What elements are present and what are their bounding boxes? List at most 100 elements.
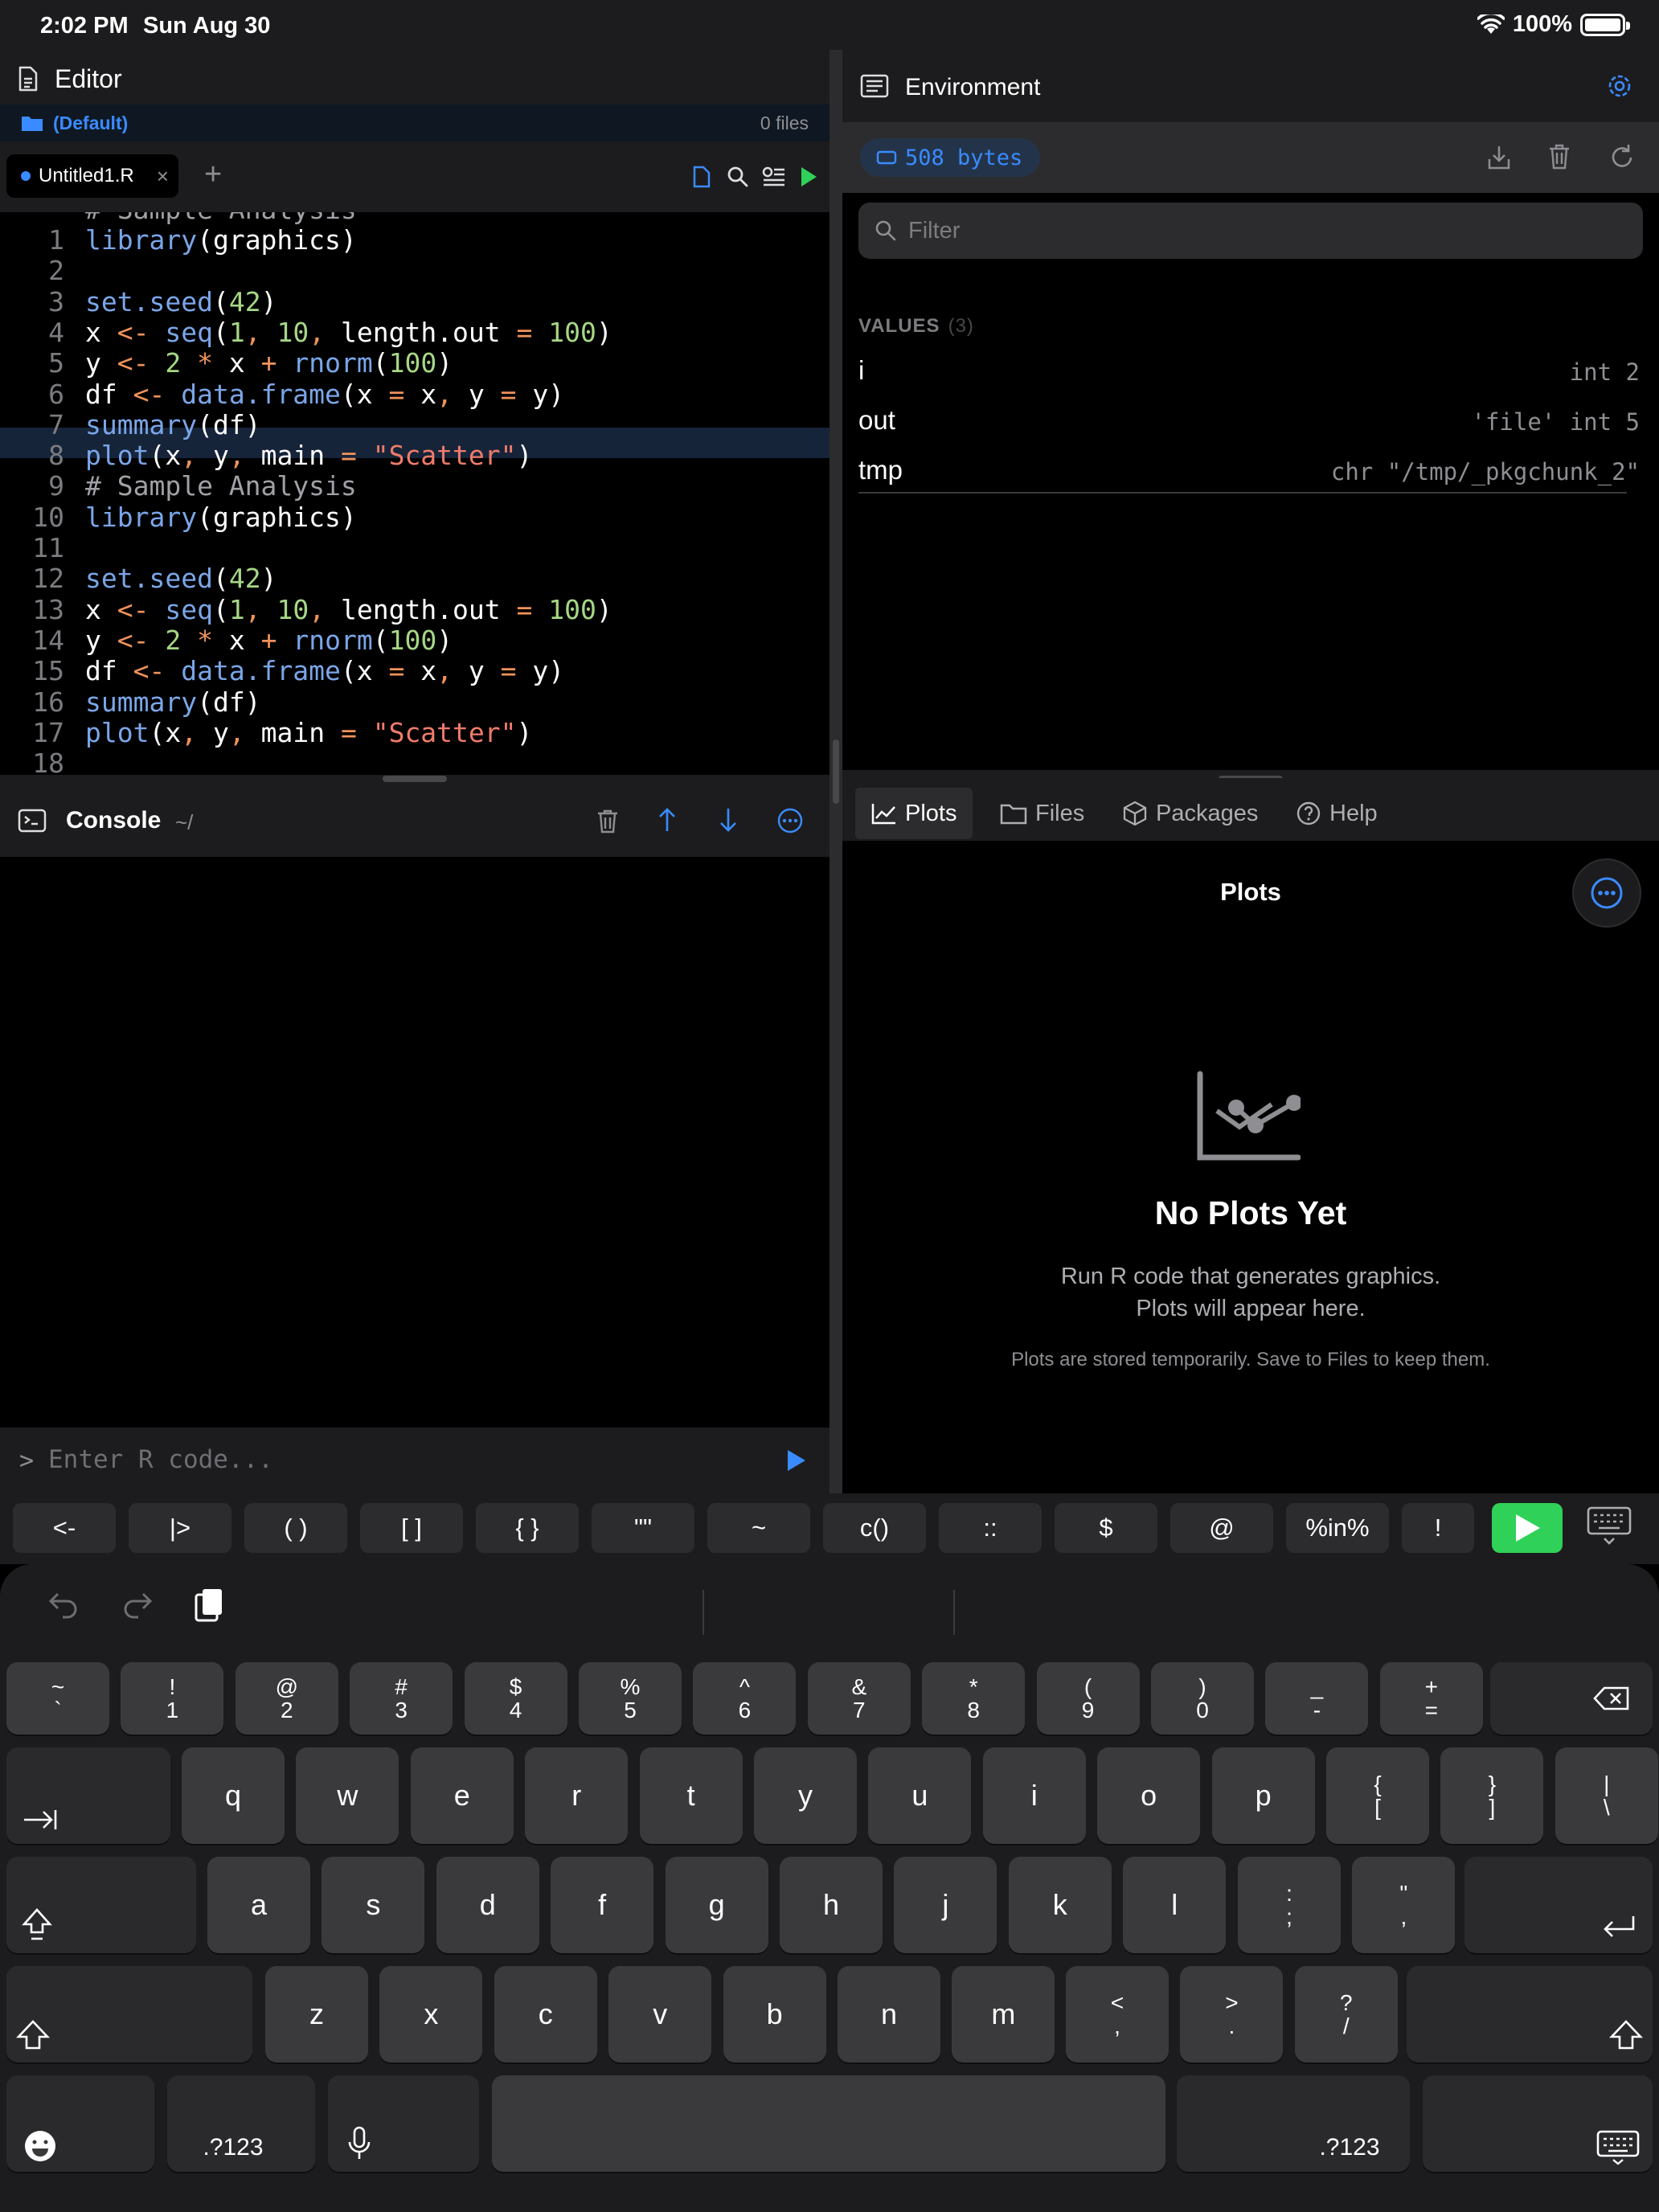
shortcut-key[interactable]: [ ] <box>360 1503 463 1553</box>
symbol-key[interactable]: ? / <box>1294 1966 1398 2062</box>
code-line[interactable]: 4 x <- seq(1, 10, length.out = 100) <box>0 317 830 348</box>
code-line[interactable]: 6 df <- data.frame(x = x, y = y) <box>0 379 830 410</box>
shortcut-key[interactable]: $ <box>1055 1503 1157 1553</box>
key-k[interactable]: k <box>1008 1857 1112 1953</box>
key-p[interactable]: p <box>1211 1747 1315 1844</box>
tab-plots[interactable]: Plots <box>855 788 973 839</box>
key-x[interactable]: x <box>379 1966 483 2062</box>
pane-resize-handle[interactable] <box>833 739 839 804</box>
key-t[interactable]: t <box>639 1747 743 1844</box>
trash-icon[interactable] <box>596 809 619 834</box>
shift-key-right[interactable] <box>1407 1966 1653 2062</box>
shortcut-key[interactable]: ( ) <box>244 1503 347 1553</box>
tab-untitled1[interactable]: Untitled1.R × <box>6 154 178 198</box>
key-v[interactable]: v <box>608 1966 712 2062</box>
shortcut-key[interactable]: :: <box>939 1503 1042 1553</box>
symbol-key[interactable]: }] <box>1440 1747 1544 1844</box>
space-key[interactable] <box>492 2075 1165 2172</box>
tab-files[interactable]: Files <box>984 788 1100 839</box>
dismiss-keyboard-button[interactable] <box>1585 1505 1633 1550</box>
numbers-key-left[interactable]: .?123 <box>167 2075 315 2172</box>
shortcut-key[interactable]: |> <box>129 1503 231 1553</box>
key-j[interactable]: j <box>894 1857 997 1953</box>
key-m[interactable]: m <box>952 1966 1055 2062</box>
key-l[interactable]: l <box>1123 1857 1227 1953</box>
symbol-key[interactable]: ) 0 <box>1151 1662 1254 1735</box>
code-line[interactable]: 1 library(graphics) <box>0 225 830 256</box>
code-line[interactable]: 11 <box>0 533 830 563</box>
numbers-key-right[interactable]: .?123 <box>1177 2075 1410 2172</box>
new-file-icon[interactable] <box>693 166 711 188</box>
dictation-key[interactable] <box>328 2075 479 2172</box>
history-down-icon[interactable] <box>719 807 738 833</box>
variable-row[interactable]: out 'file' int 5 <box>858 397 1643 445</box>
symbol-key[interactable]: ~ ` <box>6 1662 109 1735</box>
settings-icon[interactable] <box>1606 72 1633 100</box>
filter-field[interactable] <box>858 203 1643 259</box>
symbol-key[interactable]: {[ <box>1326 1747 1429 1844</box>
key-a[interactable]: a <box>207 1857 310 1953</box>
symbol-key[interactable]: (9 <box>1036 1662 1140 1735</box>
code-line[interactable]: 12 set.seed(42) <box>0 563 830 594</box>
key-q[interactable]: q <box>182 1747 285 1844</box>
add-tab-button[interactable]: + <box>204 158 222 192</box>
key-z[interactable]: z <box>265 1966 368 2062</box>
key-s[interactable]: s <box>322 1857 425 1953</box>
symbol-key[interactable]: ! 1 <box>121 1662 224 1735</box>
console-input[interactable] <box>48 1440 756 1479</box>
code-line[interactable]: 7 summary(df) <box>0 409 830 440</box>
symbol-key[interactable]: <, <box>1066 1966 1169 2062</box>
paste-icon[interactable] <box>193 1587 225 1624</box>
resize-handle[interactable] <box>383 776 447 782</box>
key-i[interactable]: i <box>982 1747 1086 1844</box>
caps-lock-key[interactable] <box>6 1857 196 1953</box>
search-icon[interactable] <box>727 166 749 188</box>
code-editor[interactable]: # Sample Analysis 1 library(graphics) 23 se… <box>0 212 830 775</box>
history-up-icon[interactable] <box>657 807 677 833</box>
hide-keyboard-key[interactable] <box>1423 2075 1653 2172</box>
symbol-key[interactable]: | \ <box>1555 1747 1658 1844</box>
variable-row[interactable]: tmp chr "/tmp/_pkgchunk_2" <box>858 447 1643 495</box>
symbol-key[interactable]: >. <box>1180 1966 1284 2062</box>
key-g[interactable]: g <box>665 1857 768 1953</box>
key-n[interactable]: n <box>838 1966 940 2062</box>
filter-input[interactable] <box>908 217 1616 244</box>
shortcut-key[interactable]: ~ <box>707 1503 810 1553</box>
tab-close-icon[interactable]: × <box>157 164 169 189</box>
key-u[interactable]: u <box>868 1747 972 1844</box>
code-line[interactable]: 18 <box>0 748 830 775</box>
code-line[interactable]: 16 summary(df) <box>0 686 830 718</box>
shortcut-key[interactable]: c() <box>823 1503 926 1553</box>
symbol-key[interactable]: #3 <box>350 1662 453 1735</box>
shortcut-key[interactable]: %in% <box>1286 1503 1389 1553</box>
emoji-key[interactable] <box>6 2075 154 2172</box>
shortcut-key[interactable]: <- <box>13 1503 116 1553</box>
tab-key[interactable] <box>6 1747 170 1844</box>
key-o[interactable]: o <box>1097 1747 1201 1844</box>
key-e[interactable]: e <box>410 1747 514 1844</box>
variable-row[interactable]: i int 2 <box>858 347 1643 395</box>
key-f[interactable]: f <box>551 1857 654 1953</box>
backspace-key[interactable] <box>1490 1662 1653 1735</box>
symbol-key[interactable]: & 7 <box>807 1662 911 1735</box>
code-line[interactable]: 3 set.seed(42) <box>0 286 830 317</box>
shortcut-key[interactable]: { } <box>476 1503 579 1553</box>
shift-key-left[interactable] <box>6 1966 252 2062</box>
clear-env-icon[interactable] <box>1548 143 1571 170</box>
import-icon[interactable] <box>1487 145 1511 170</box>
undo-icon[interactable] <box>47 1590 80 1619</box>
key-d[interactable]: d <box>436 1857 539 1953</box>
key-h[interactable]: h <box>780 1857 883 1953</box>
symbol-key[interactable]: _ - <box>1265 1662 1369 1735</box>
tab-packages[interactable]: Packages <box>1106 788 1274 839</box>
shortcut-key[interactable]: ! <box>1402 1503 1474 1553</box>
code-line[interactable]: 14 y <- 2 * x + rnorm(100) <box>0 625 830 656</box>
code-line[interactable]: 17 plot(x, y, main = "Scatter") <box>0 717 830 748</box>
return-key[interactable] <box>1464 1857 1653 1953</box>
run-icon[interactable] <box>799 166 818 188</box>
symbol-key[interactable]: ^ 6 <box>693 1662 797 1735</box>
console-more-icon[interactable] <box>776 807 804 834</box>
refresh-icon[interactable] <box>1609 143 1635 170</box>
shortcut-key[interactable]: "" <box>592 1503 694 1553</box>
key-c[interactable]: c <box>494 1966 597 2062</box>
